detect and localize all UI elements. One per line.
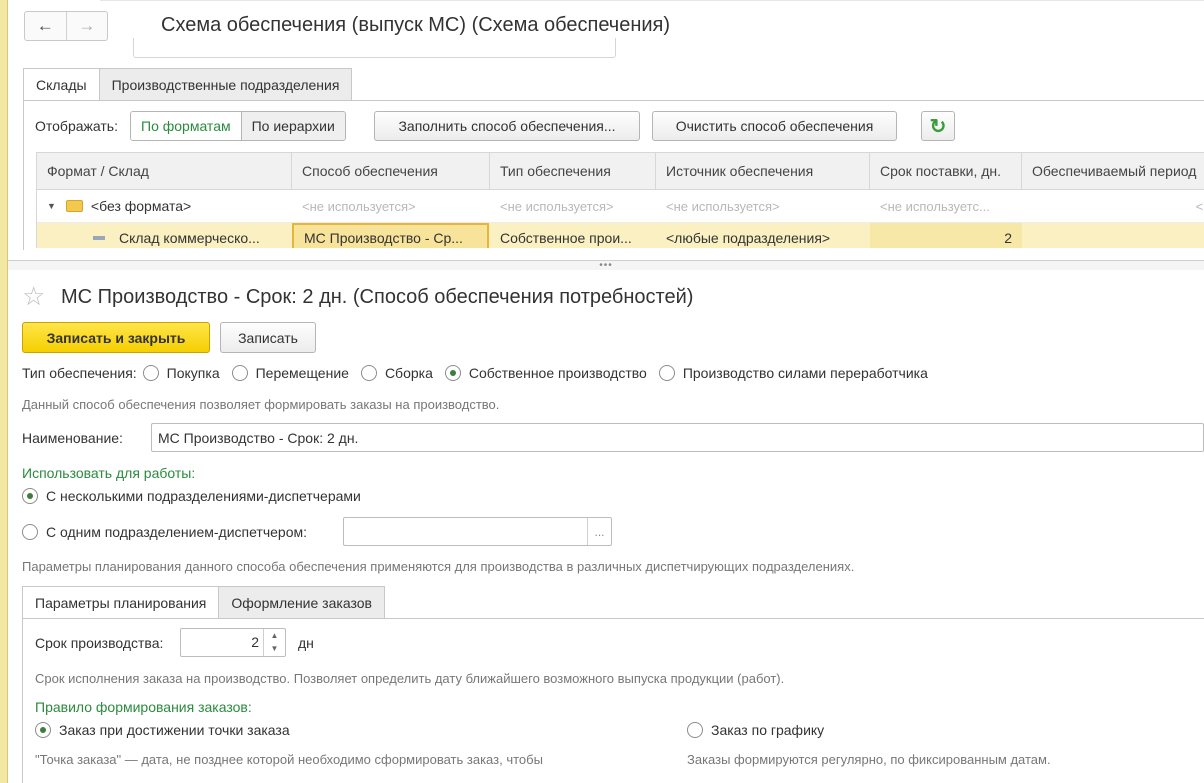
refresh-button[interactable]: ↻ [921,111,955,141]
forward-arrow-icon[interactable]: → [65,12,108,40]
tab-planning-params[interactable]: Параметры планирования [22,586,220,619]
radio-schedule-label[interactable]: Заказ по графику [711,722,824,738]
days-cell: 2 [870,223,1022,248]
by-formats-button[interactable]: По форматам [131,112,242,140]
column-header[interactable]: Формат / Склад [37,153,292,189]
radio-schedule[interactable] [687,722,703,738]
tab-warehouses[interactable]: Склады [23,68,100,101]
use-multi-option: С несколькими подразделениями-диспетчера… [22,488,361,504]
by-hierarchy-button[interactable]: По иерархии [241,112,345,140]
radio-subcontract[interactable] [658,365,675,381]
nav-buttons: ← → [24,11,108,41]
term-stepper[interactable]: 2 ▲ ▼ [180,628,286,657]
radio-single-dispatcher-label[interactable]: С одним подразделением-диспетчером: [46,524,307,540]
expand-triangle-icon[interactable]: ▼ [47,201,56,211]
column-header[interactable]: Способ обеспечения [292,153,490,189]
radio-own-production[interactable] [444,365,461,381]
side-panel-edge [0,0,8,783]
dispatcher-input[interactable]: ... [343,517,612,546]
radio-purchase-label[interactable]: Покупка [167,365,220,381]
term-value[interactable]: 2 [251,634,259,650]
type-cell: Собственное прои... [500,230,632,246]
radio-multi-dispatchers-label[interactable]: С несколькими подразделениями-диспетчера… [46,488,361,504]
radio-multi-dispatchers[interactable] [22,488,38,504]
days-cell: <не используетс... [880,198,990,214]
rule-point-option: Заказ при достижении точки заказа [35,722,290,738]
favorite-star-icon[interactable]: ☆ [22,282,45,310]
order-rule-label: Правило формирования заказов: [35,699,252,715]
order-point-hint: "Точка заказа" — дата, не позднее которо… [35,752,543,767]
schedule-hint: Заказы формируются регулярно, по фиксиро… [687,752,1051,767]
tab-order-registration[interactable]: Оформление заказов [219,586,385,619]
rule-schedule-option: Заказ по графику [687,722,824,738]
save-and-close-button[interactable]: Записать и закрыть [22,322,210,353]
view-mode-switch: По форматам По иерархии [130,111,346,141]
type-cell: <не используется> [500,198,614,214]
stepper-up-icon[interactable]: ▲ [271,631,279,640]
folder-icon [65,200,83,212]
select-ellipsis-button[interactable]: ... [587,518,611,545]
group-cell: ▼ <без формата> [37,190,292,222]
refresh-icon: ↻ [929,115,947,138]
radio-subcontract-label[interactable]: Производство силами переработчика [683,365,928,381]
supply-type-label: Тип обеспечения: [22,365,137,381]
group-name: <без формата> [90,198,192,214]
column-header[interactable]: Срок поставки, дн. [870,153,1022,189]
radio-transfer-label[interactable]: Перемещение [256,365,349,381]
splitter-grip-icon: ••• [599,260,613,271]
term-unit: дн [298,635,314,651]
panel-splitter[interactable]: ••• [8,260,1204,271]
term-hint: Срок исполнения заказа на производство. … [35,671,785,686]
window-title: Схема обеспечения (выпуск МС) (Схема обе… [161,14,671,36]
radio-assembly[interactable] [360,365,377,381]
term-label: Срок производства: [35,635,164,651]
name-input[interactable]: МС Производство - Срок: 2 дн. [151,423,1204,452]
back-arrow-icon[interactable]: ← [25,12,66,40]
save-button[interactable]: Записать [220,322,316,353]
method-cell-selected[interactable]: МС Производство - Ср... [292,223,489,248]
params-hint: Параметры планирования данного способа о… [22,559,855,574]
form-tabs: Параметры планирования Оформление заказо… [22,586,385,619]
column-header[interactable]: Обеспечиваемый период [1022,153,1204,189]
radio-transfer[interactable] [231,365,248,381]
period-cell [1022,223,1204,248]
radio-order-point[interactable] [35,722,51,738]
radio-assembly-label[interactable]: Сборка [385,365,433,381]
table-row[interactable]: ▼ <без формата> <не используется> <не ис… [37,190,1204,223]
warehouses-table: Формат / Склад Способ обеспечения Тип об… [36,152,1204,248]
source-cell: <не используется> [666,198,780,214]
stepper-arrows[interactable]: ▲ ▼ [263,629,285,656]
header-field-edge [133,38,616,58]
supply-type-group: Тип обеспечения: Покупка Перемещение Сбо… [22,365,928,381]
table-row-selected[interactable]: Склад коммерческо... МС Производство - С… [37,223,1204,248]
radio-single-dispatcher[interactable] [22,524,38,540]
warehouse-name: Склад коммерческо... [119,230,260,246]
warehouse-cell: Склад коммерческо... [37,223,292,248]
supply-type-hint: Данный способ обеспечения позволяет форм… [22,397,500,412]
form-title: МС Производство - Срок: 2 дн. (Способ об… [61,286,694,308]
clear-method-button[interactable]: Очистить способ обеспечения [652,111,897,141]
radio-order-point-label[interactable]: Заказ при достижении точки заказа [59,722,290,738]
top-tabs: Склады Производственные подразделения [23,68,353,101]
use-single-option: С одним подразделением-диспетчером: [22,524,307,540]
radio-purchase[interactable] [142,365,159,381]
column-header[interactable]: Источник обеспечения [656,153,870,189]
method-cell: <не используется> [302,198,416,214]
column-header[interactable]: Тип обеспечения [490,153,656,189]
name-label: Наименование: [22,430,123,446]
show-label: Отображать: [35,118,118,134]
tab-production-units[interactable]: Производственные подразделения [99,68,353,101]
use-for-label: Использовать для работы: [22,465,196,481]
radio-own-production-label[interactable]: Собственное производство [469,365,647,381]
top-divider [100,0,1204,1]
fill-method-button[interactable]: Заполнить способ обеспечения... [374,111,640,141]
source-cell: <любые подразделения> [666,230,831,246]
table-header: Формат / Склад Способ обеспечения Тип об… [37,153,1204,190]
stepper-down-icon[interactable]: ▼ [271,645,279,653]
period-cell: <не ис [1195,198,1204,214]
item-marker-icon [93,236,105,240]
